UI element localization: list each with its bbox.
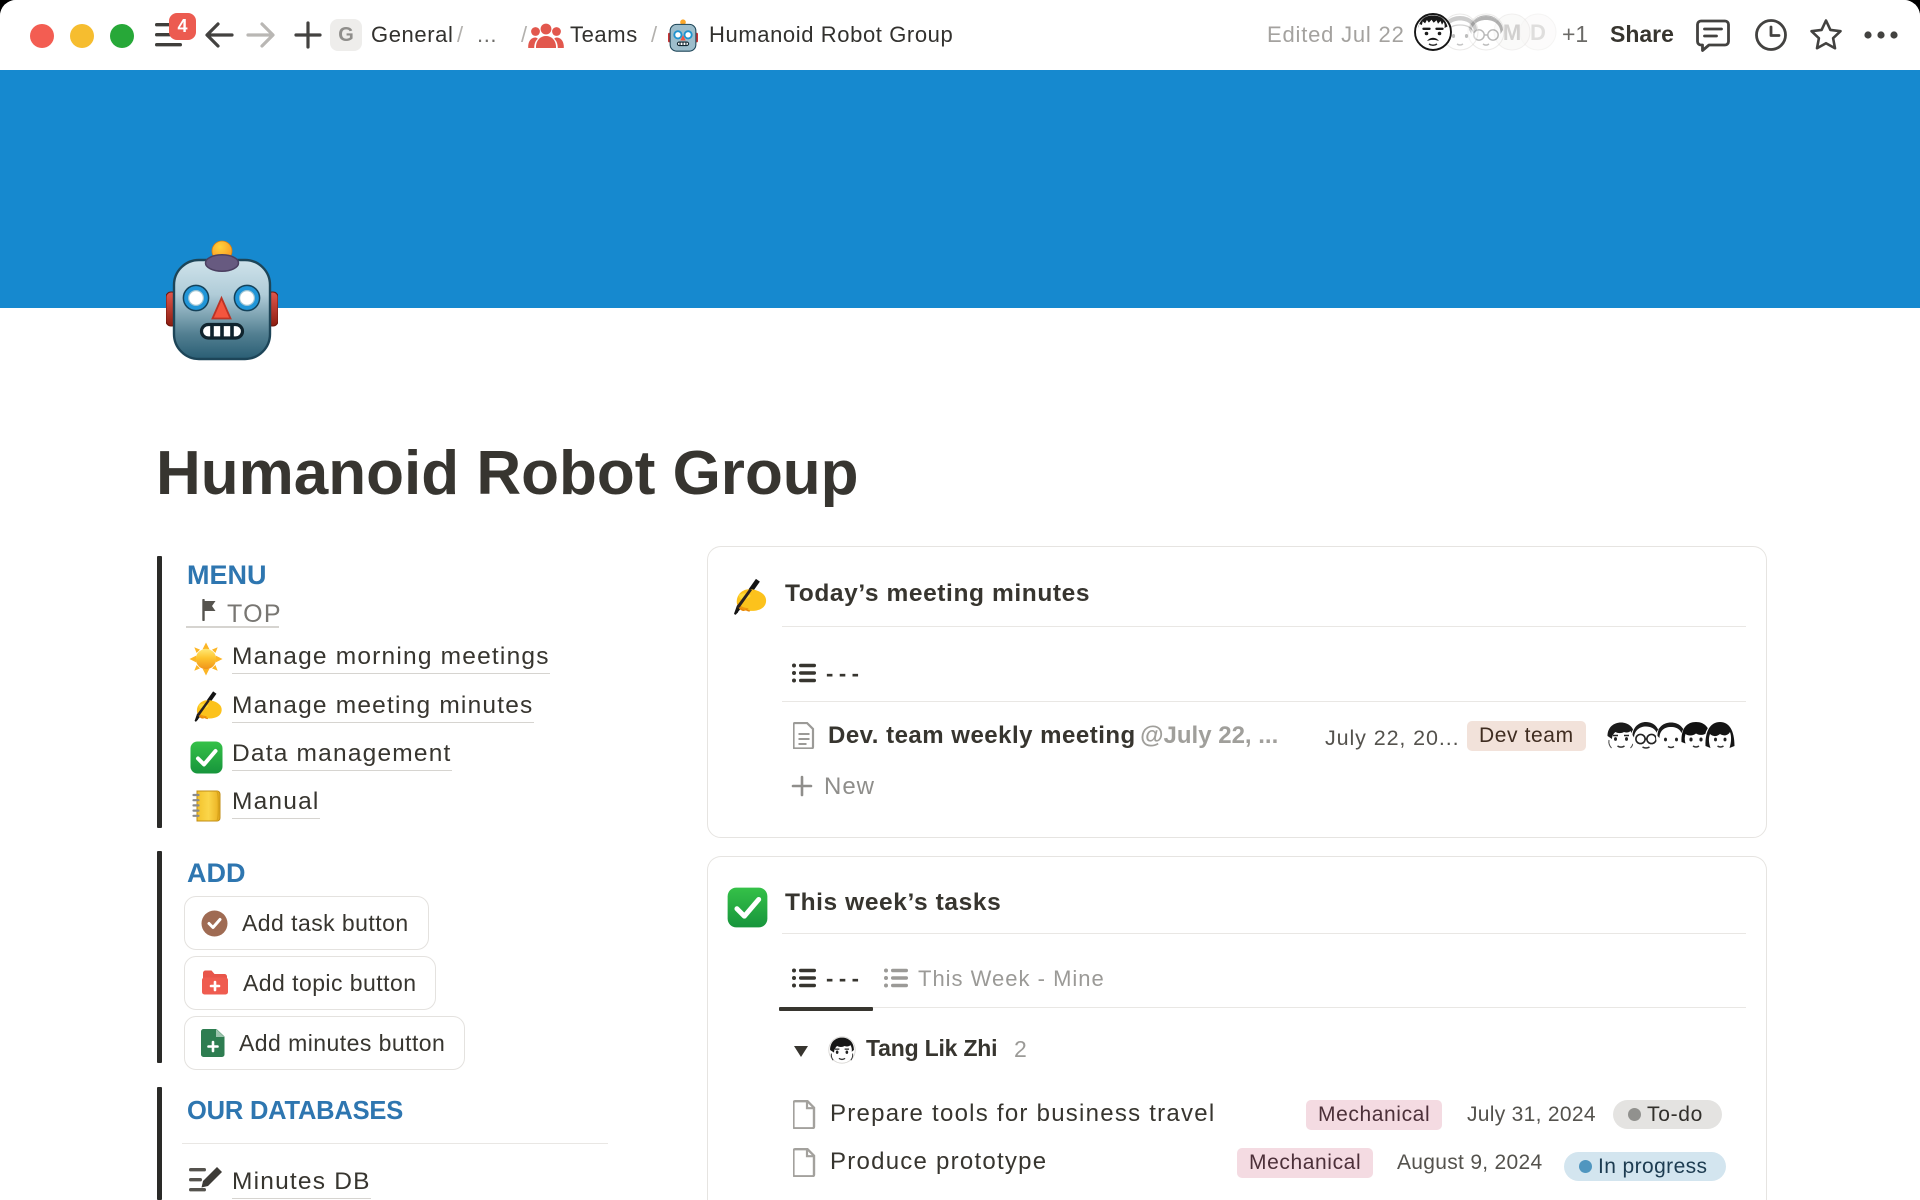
svg-text:M: M — [1503, 20, 1521, 45]
svg-text:D: D — [1530, 20, 1546, 45]
